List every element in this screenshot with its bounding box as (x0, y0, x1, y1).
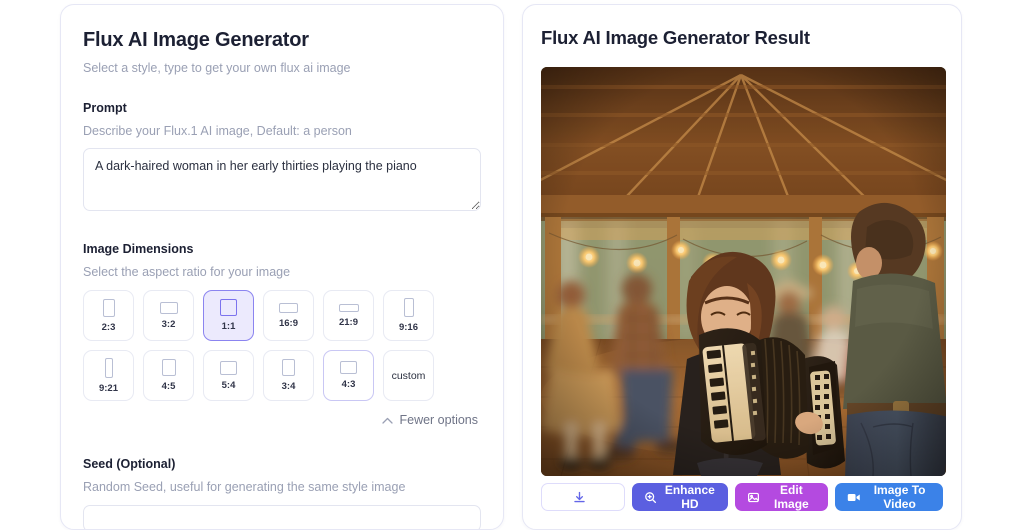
aspect-ratio-label: 5:4 (221, 379, 236, 391)
generated-image-art (541, 67, 946, 476)
page-subtitle: Select a style, type to get your own flu… (83, 61, 351, 75)
aspect-ratio-label: 21:9 (338, 316, 358, 328)
prompt-section: Prompt Describe your Flux.1 AI image, De… (83, 101, 481, 216)
enhance-hd-label: Enhance HD (664, 483, 715, 511)
aspect-ratio-shape (340, 361, 357, 374)
aspect-ratio-shape (338, 303, 359, 312)
generated-image[interactable] (541, 67, 946, 476)
aspect-ratio-3-4[interactable]: 3:4 (263, 350, 314, 401)
seed-section: Seed (Optional) Random Seed, useful for … (83, 457, 481, 529)
chevron-up-icon (382, 417, 394, 424)
aspect-ratio-shape (282, 359, 295, 376)
aspect-ratio-shape (161, 359, 176, 376)
aspect-ratio-grid: 2:3 3:2 1:1 16:9 21:9 9:16 9:21 4:5 5:4 3:4 4:3 cus… (83, 290, 481, 401)
prompt-input[interactable] (83, 148, 481, 211)
edit-image-label: Edit Image (774, 483, 809, 511)
aspect-ratio-label: 1:1 (221, 321, 236, 332)
aspect-ratio-5-4[interactable]: 5:4 (203, 350, 254, 401)
dimensions-label: Image Dimensions (83, 242, 194, 256)
aspect-ratio-label: 9:21 (98, 382, 118, 394)
aspect-ratio-9-16[interactable]: 9:16 (383, 290, 434, 341)
result-actions: Enhance HD Edit Image Image To Video (541, 483, 944, 511)
edit-image-button[interactable]: Edit Image (734, 483, 829, 511)
aspect-ratio-4-5[interactable]: 4:5 (143, 350, 194, 401)
aspect-ratio-shape (104, 357, 113, 378)
download-button[interactable] (541, 483, 626, 511)
aspect-ratio-4-3[interactable]: 4:3 (323, 350, 374, 401)
aspect-ratio-shape (159, 301, 178, 314)
aspect-ratio-2-3[interactable]: 2:3 (83, 290, 134, 341)
enhance-hd-button[interactable]: Enhance HD (632, 483, 728, 511)
prompt-hint: Describe your Flux.1 AI image, Default: … (83, 124, 352, 138)
aspect-ratio-label: 9:16 (398, 322, 418, 333)
aspect-ratio-3-2[interactable]: 3:2 (143, 290, 194, 341)
aspect-ratio-custom[interactable]: custom (383, 350, 434, 401)
image-to-video-label: Image To Video (873, 483, 926, 511)
seed-hint: Random Seed, useful for generating the s… (83, 480, 406, 494)
result-card: Flux AI Image Generator Result Enhance H… (522, 4, 962, 530)
dimensions-hint: Select the aspect ratio for your image (83, 265, 291, 279)
seed-input[interactable] (83, 505, 481, 529)
fewer-options-toggle[interactable]: Fewer options (83, 413, 478, 427)
aspect-ratio-label: 16:9 (278, 317, 298, 329)
prompt-label: Prompt (83, 101, 127, 115)
generator-form-card: Flux AI Image Generator Select a style, … (60, 4, 504, 530)
seed-label: Seed (Optional) (83, 457, 176, 471)
aspect-ratio-label: 4:5 (161, 381, 176, 392)
aspect-ratio-16-9[interactable]: 16:9 (263, 290, 314, 341)
aspect-ratio-1-1[interactable]: 1:1 (203, 290, 254, 341)
zoom-in-icon (644, 491, 657, 504)
result-title: Flux AI Image Generator Result (541, 27, 810, 48)
aspect-ratio-shape (102, 298, 115, 317)
aspect-ratio-shape (403, 298, 414, 317)
app-page: Flux AI Image Generator Select a style, … (0, 0, 1024, 530)
aspect-ratio-label: 2:3 (101, 321, 116, 333)
aspect-ratio-shape (220, 299, 237, 316)
download-icon (573, 491, 586, 504)
image-edit-icon (747, 491, 760, 504)
aspect-ratio-label: custom (391, 369, 426, 382)
aspect-ratio-9-21[interactable]: 9:21 (83, 350, 134, 401)
aspect-ratio-shape (220, 360, 237, 375)
aspect-ratio-label: 4:3 (341, 379, 356, 390)
image-dimensions-section: Image Dimensions Select the aspect ratio… (83, 242, 481, 427)
aspect-ratio-label: 3:4 (281, 381, 296, 392)
aspect-ratio-label: 3:2 (161, 318, 176, 330)
fewer-options-label: Fewer options (399, 413, 478, 427)
aspect-ratio-shape (279, 302, 298, 313)
video-icon (847, 491, 861, 504)
image-to-video-button[interactable]: Image To Video (835, 483, 944, 511)
page-title: Flux AI Image Generator (83, 29, 309, 51)
aspect-ratio-21-9[interactable]: 21:9 (323, 290, 374, 341)
